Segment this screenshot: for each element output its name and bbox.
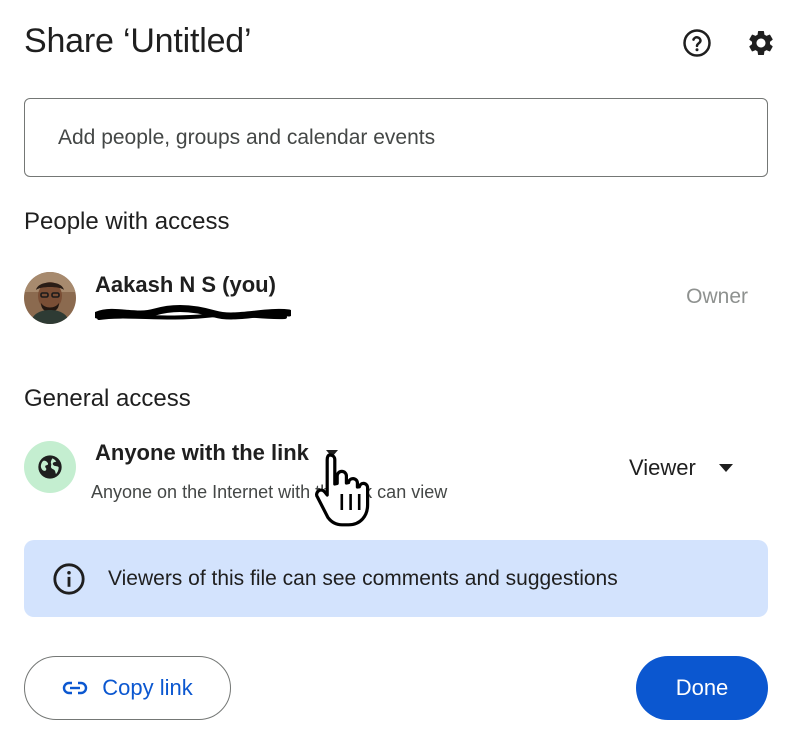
info-banner-text: Viewers of this file can see comments an… (108, 566, 618, 590)
globe-badge (24, 441, 76, 493)
avatar (24, 272, 76, 324)
general-access-dropdown[interactable]: Anyone with the link (95, 440, 339, 466)
help-circle-icon (683, 29, 711, 57)
copy-link-label: Copy link (102, 675, 193, 700)
person-name: Aakash N S (you) (95, 272, 276, 297)
copy-link-button[interactable]: Copy link (24, 656, 231, 720)
add-people-input[interactable] (58, 125, 767, 150)
general-access-description: Anyone on the Internet with the link can… (91, 482, 448, 502)
person-email-redacted (93, 302, 293, 324)
globe-icon (38, 455, 62, 479)
owner-role-label: Owner (686, 285, 748, 308)
info-banner: Viewers of this file can see comments an… (24, 540, 768, 617)
link-icon (63, 681, 88, 695)
add-people-field[interactable] (24, 98, 768, 177)
info-icon (53, 562, 85, 595)
role-dropdown-label: Viewer (629, 455, 696, 480)
dialog-title: Share ‘Untitled’ (24, 22, 252, 60)
done-label: Done (675, 675, 729, 700)
caret-down-icon (718, 464, 733, 472)
people-with-access-heading: People with access (24, 208, 230, 235)
help-button[interactable] (677, 23, 717, 63)
caret-down-icon (325, 449, 338, 457)
role-dropdown[interactable]: Viewer (629, 455, 734, 481)
gear-icon (749, 30, 773, 55)
general-access-heading: General access (24, 385, 191, 412)
done-button[interactable]: Done (636, 656, 768, 720)
settings-button[interactable] (741, 23, 781, 63)
general-access-level: Anyone with the link (95, 440, 309, 465)
